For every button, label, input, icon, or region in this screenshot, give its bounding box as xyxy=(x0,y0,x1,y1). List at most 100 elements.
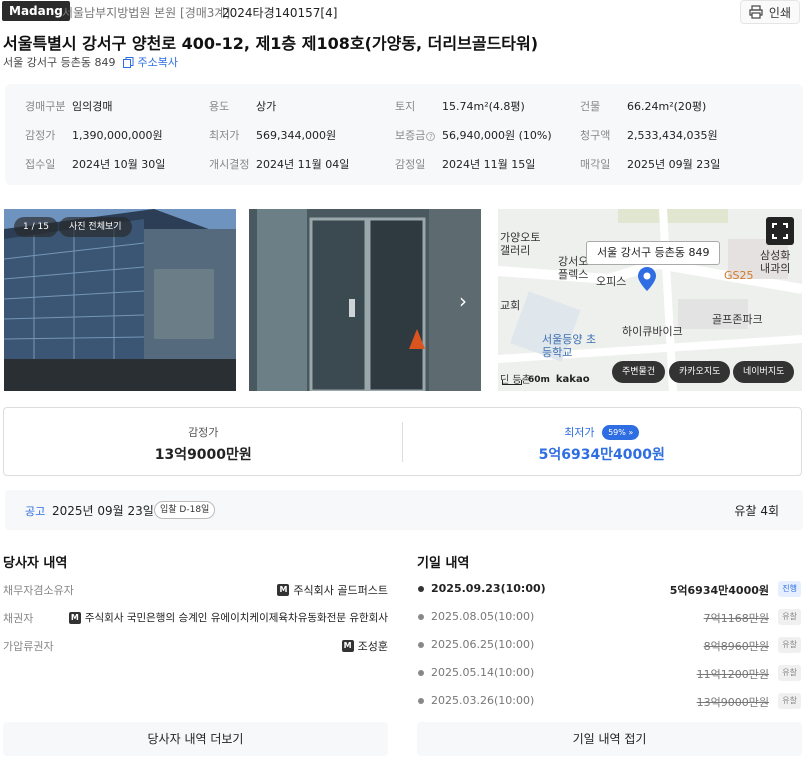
summary-panel: 경매구분 임의경매 용도 상가 토지 15.74m²(4.8평) 건물 66.24m²(… xyxy=(5,84,803,185)
party-row: 가압류권자 M 조성훈 xyxy=(3,638,388,658)
history-status: 유찰 xyxy=(778,693,801,709)
map-label: 가양오토 갤러리 xyxy=(500,231,541,257)
deposit-key: 보증금 xyxy=(395,129,426,142)
map-label: 하이큐바이크 xyxy=(622,325,683,338)
double-chevron-down-icon: » xyxy=(628,428,634,437)
party-role: 채무자겸소유자 xyxy=(3,584,74,597)
party-name-text: 주식회사 골드퍼스트 xyxy=(293,584,388,597)
page-title: 서울특별시 강서구 양천로 400-12, 제1층 제108호(가양동, 더리브… xyxy=(3,34,539,53)
history-row: 2025.05.14(10:00) 11억1200만원 유찰 xyxy=(417,665,801,686)
copy-address-button[interactable]: 주소복사 xyxy=(123,54,178,70)
top-bar: Madang 서울남부지방법원 본원 [경매3계] 2024타경140157[4… xyxy=(0,0,808,24)
party-name: M 주식회사 골드퍼스트 xyxy=(277,582,388,598)
notice-tag: 공고 xyxy=(25,505,46,518)
summary-key: 경매구분 xyxy=(25,100,66,113)
map-label: 서울등양 초등학교 xyxy=(542,333,597,359)
member-icon: M xyxy=(68,611,81,624)
history-status: 유찰 xyxy=(778,637,801,653)
minimum-label: 최저가 xyxy=(564,426,595,439)
summary-value: 66.24m²(20평) xyxy=(627,100,707,113)
minimum-value: 5억6934만4000원 xyxy=(538,447,665,463)
next-photo-arrow-icon[interactable]: › xyxy=(459,289,467,313)
print-label: 인쇄 xyxy=(768,5,791,20)
party-name: M 주식회사 국민은행의 승계인 유에이치케이제육차유동화전문 유한회사 xyxy=(68,610,388,625)
summary-row: 경매구분 임의경매 용도 상가 토지 15.74m²(4.8평) 건물 66.24m²(… xyxy=(5,98,803,118)
summary-value: 1,390,000,000원 xyxy=(72,129,163,142)
entrance-photo-art xyxy=(249,209,481,391)
building-photo[interactable]: 1 / 15 사진 전체보기 xyxy=(4,209,236,391)
party-name-text: 주식회사 국민은행의 승계인 유에이치케이제육차유동화전문 유한회사 xyxy=(84,612,388,624)
history-dot xyxy=(418,642,424,648)
summary-value: 2024년 11월 04일 xyxy=(256,158,350,171)
history-price: 7억1168만원 xyxy=(703,612,769,625)
summary-key: 감정가 xyxy=(25,129,56,142)
summary-key: 개시결정 xyxy=(209,158,250,171)
summary-value: 2024년 11월 15일 xyxy=(442,158,536,171)
map-marker-icon xyxy=(638,267,656,291)
summary-key: 청구액 xyxy=(580,129,611,142)
printer-icon xyxy=(749,5,763,19)
summary-key: 감정일 xyxy=(395,158,426,171)
map-label: 오피스 xyxy=(596,275,627,288)
summary-value: 임의경매 xyxy=(72,100,113,113)
location-map[interactable]: 가양오토 갤러리 강서오 플렉스 오피스 교회 하이큐바이크 골프존파크 서울등… xyxy=(498,209,802,391)
copy-address-label: 주소복사 xyxy=(137,56,178,69)
summary-key: 매각일 xyxy=(580,158,611,171)
minimum-percent-badge: 59% » xyxy=(602,425,640,440)
more-parties-button[interactable]: 당사자 내역 더보기 xyxy=(3,722,388,756)
history-row: 2025.09.23(10:00) 5억6934만4000원 진행 xyxy=(417,581,801,602)
print-button[interactable]: 인쇄 xyxy=(739,0,800,24)
summary-cell: 최저가 569,344,000원 xyxy=(209,127,336,143)
minimum-percent: 59% xyxy=(608,428,626,437)
summary-cell: 경매구분 임의경매 xyxy=(25,98,112,114)
notice-date: 2025년 09월 23일 xyxy=(52,504,154,518)
entrance-photo[interactable]: › xyxy=(249,209,481,391)
history-dot xyxy=(418,614,424,620)
member-icon: M xyxy=(341,640,354,652)
history-price: 13억9000만원 xyxy=(696,696,769,709)
history-price: 11억1200만원 xyxy=(696,668,769,681)
summary-value: 2025년 09월 23일 xyxy=(627,158,721,171)
jibun-address: 서울 강서구 등촌동 849 xyxy=(3,56,116,69)
summary-row: 감정가 1,390,000,000원 최저가 569,344,000원 보증금? 56… xyxy=(5,127,803,147)
appraisal-column: 감정가 13억9000만원 xyxy=(4,408,403,475)
media-strip: 1 / 15 사진 전체보기 › 가양오토 갤러리 강서오 플렉스 오피스 교회… xyxy=(0,209,808,391)
summary-cell: 건물 66.24m²(20평) xyxy=(580,98,706,114)
photo-counter: 1 / 15 xyxy=(14,217,58,237)
summary-cell: 토지 15.74m²(4.8평) xyxy=(395,98,525,114)
expand-map-button[interactable] xyxy=(766,217,794,245)
summary-cell: 감정일 2024년 11월 15일 xyxy=(395,156,535,172)
party-row: 채권자 M 주식회사 국민은행의 승계인 유에이치케이제육차유동화전문 유한회사 xyxy=(3,610,388,630)
summary-value: 상가 xyxy=(256,100,277,113)
nearby-items-button[interactable]: 주변물건 xyxy=(612,361,666,383)
history-dot xyxy=(418,670,424,676)
history-status: 진행 xyxy=(778,581,801,597)
history-date: 2025.08.05(10:00) xyxy=(431,610,535,623)
summary-key: 용도 xyxy=(209,100,230,113)
history-status: 유찰 xyxy=(778,609,801,625)
summary-value: 15.74m²(4.8평) xyxy=(442,100,525,113)
history-status: 유찰 xyxy=(778,665,801,681)
map-scale: 60m kakao xyxy=(502,374,590,385)
map-label: GS25 xyxy=(724,269,754,282)
summary-key: 토지 xyxy=(395,100,416,113)
history-row: 2025.03.26(10:00) 13억9000만원 유찰 xyxy=(417,693,801,714)
party-name: M 조성훈 xyxy=(341,638,388,654)
kakao-logo: kakao xyxy=(555,374,590,385)
history-date: 2025.03.26(10:00) xyxy=(431,694,535,707)
help-icon[interactable]: ? xyxy=(426,132,436,141)
summary-cell: 매각일 2025년 09월 23일 xyxy=(580,156,720,172)
history-price: 8억8960만원 xyxy=(703,640,769,653)
kakao-map-button[interactable]: 카카오지도 xyxy=(669,361,731,383)
map-address-tag: 서울 강서구 등촌동 849 xyxy=(586,241,721,265)
history-title: 기일 내역 xyxy=(417,556,470,571)
view-all-photos-button[interactable]: 사진 전체보기 xyxy=(59,217,132,237)
summary-key: 보증금? xyxy=(395,127,442,143)
collapse-history-button[interactable]: 기일 내역 접기 xyxy=(417,722,802,756)
party-role: 채권자 xyxy=(3,612,34,625)
history-date: 2025.05.14(10:00) xyxy=(431,666,535,679)
summary-cell: 개시결정 2024년 11월 04일 xyxy=(209,156,349,172)
naver-map-button[interactable]: 네이버지도 xyxy=(733,361,795,383)
map-label: 삼성화 내과의 xyxy=(760,249,791,275)
history-date: 2025.09.23(10:00) xyxy=(431,582,546,595)
